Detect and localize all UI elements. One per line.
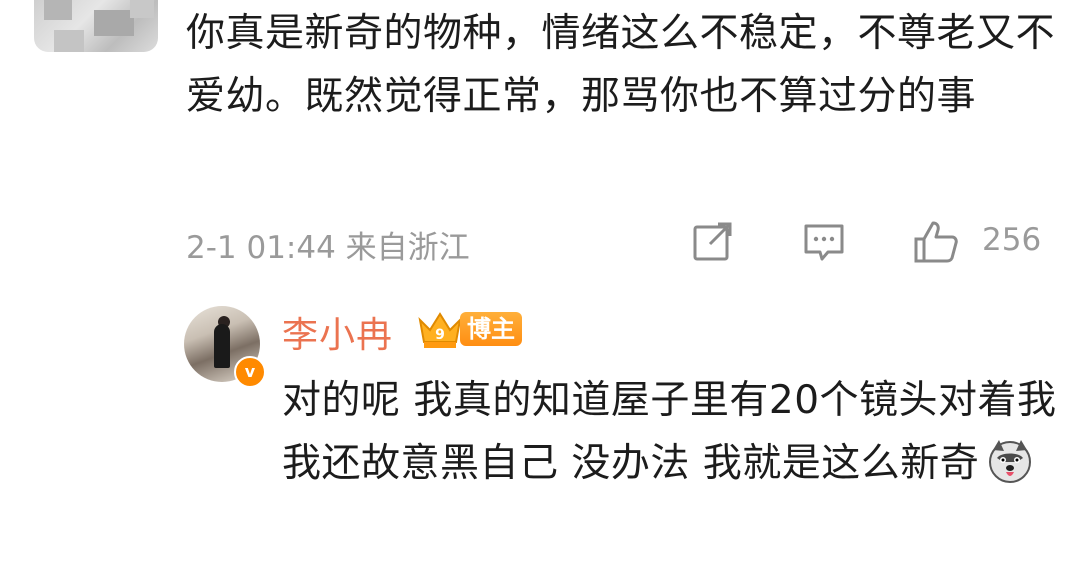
- blogger-badge: 博主: [460, 312, 522, 346]
- husky-emoji-icon: [989, 440, 1032, 483]
- verified-badge: v: [234, 356, 266, 388]
- like-icon[interactable]: [912, 218, 960, 266]
- commenter-avatar-blurred[interactable]: [34, 0, 158, 52]
- crown-level: 9: [435, 327, 445, 343]
- comment-icon[interactable]: [800, 218, 848, 266]
- comment-meta-row: 2-1 01:44 来自浙江 256: [186, 218, 1046, 266]
- reply-author-name[interactable]: 李小冉: [282, 306, 393, 358]
- reply-text: 对的呢 我真的知道屋子里有20个镜头对着我 我还故意黑自己 没办法 我就是这么新…: [282, 369, 1062, 495]
- crown-icon: 9: [418, 312, 462, 348]
- reply-text-content: 对的呢 我真的知道屋子里有20个镜头对着我 我还故意黑自己 没办法 我就是这么新…: [282, 378, 1057, 486]
- share-icon[interactable]: [688, 218, 736, 266]
- comment-timestamp: 2-1 01:44 来自浙江: [186, 230, 470, 266]
- like-count: 256: [982, 222, 1042, 258]
- comment-text: 你真是新奇的物种，情绪这么不稳定，不尊老又不爱幼。既然觉得正常，那骂你也不算过分…: [186, 11, 1056, 119]
